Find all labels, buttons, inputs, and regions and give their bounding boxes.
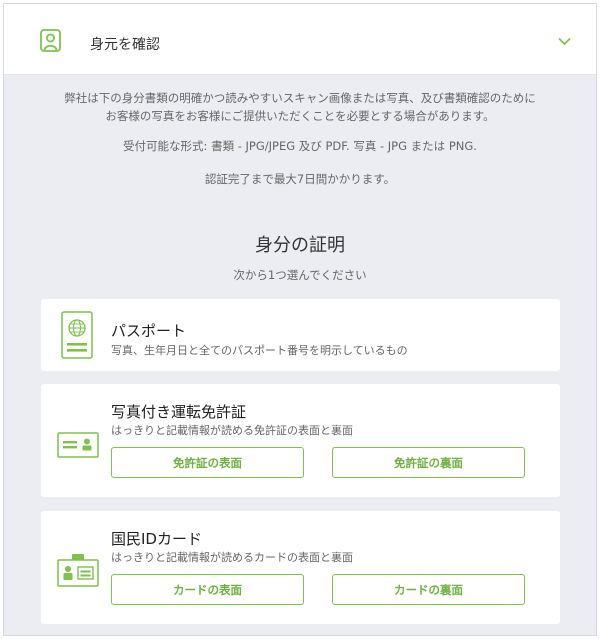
drivers-license-option: 写真付き運転免許証 はっきりと記載情報が読める免許証の表面と裏面 免許証の表面 … <box>41 384 560 497</box>
drivers-license-icon <box>57 432 99 458</box>
chevron-down-icon[interactable] <box>558 37 571 46</box>
drivers-license-description: はっきりと記載情報が読める免許証の表面と裏面 <box>111 424 353 437</box>
national-id-option: 国民IDカード はっきりと記載情報が読めるカードの表面と裏面 カードの表面 カー… <box>41 511 560 624</box>
verify-identity-header[interactable]: 身元を確認 <box>4 4 596 75</box>
drivers-license-title: 写真付き運転免許証 <box>111 403 247 421</box>
section-subtitle: 次から1つ選んでください <box>233 268 367 282</box>
card-front-button[interactable]: カードの表面 <box>111 574 304 605</box>
info-line-1: 弊社は下の身分書類の明確かつ読みやすいスキャン画像または写真、及び書類確認のため… <box>64 91 536 105</box>
card-back-button[interactable]: カードの裏面 <box>332 574 525 605</box>
section-title: 身分の証明 <box>255 235 345 256</box>
passport-option[interactable]: パスポート 写真、生年月日と全てのパスポート番号を明示しているもの <box>41 299 560 371</box>
id-card-icon <box>57 554 99 587</box>
national-id-description: はっきりと記載情報が読めるカードの表面と裏面 <box>111 551 353 564</box>
license-front-button[interactable]: 免許証の表面 <box>111 447 304 478</box>
passport-icon <box>61 311 93 359</box>
passport-description: 写真、生年月日と全てのパスポート番号を明示しているもの <box>111 344 408 357</box>
verification-panel: 身元を確認 弊社は下の身分書類の明確かつ読みやすいスキャン画像または写真、及び書… <box>3 3 597 636</box>
passport-title: パスポート <box>111 322 187 340</box>
accepted-formats: 受付可能な形式: 書類 - JPG/JPEG 及び PDF. 写真 - JPG … <box>123 139 477 153</box>
license-back-button[interactable]: 免許証の裏面 <box>332 447 525 478</box>
national-id-title: 国民IDカード <box>111 530 202 548</box>
info-text: 弊社は下の身分書類の明確かつ読みやすいスキャン画像または写真、及び書類確認のため… <box>4 89 596 125</box>
person-outline-icon <box>40 29 61 52</box>
verification-duration: 認証完了まで最大7日間かかります。 <box>204 172 396 186</box>
header-title: 身元を確認 <box>90 37 160 53</box>
info-line-2: お客様の写真をお客様にご提供いただくことを必要とする場合があります。 <box>105 109 495 123</box>
